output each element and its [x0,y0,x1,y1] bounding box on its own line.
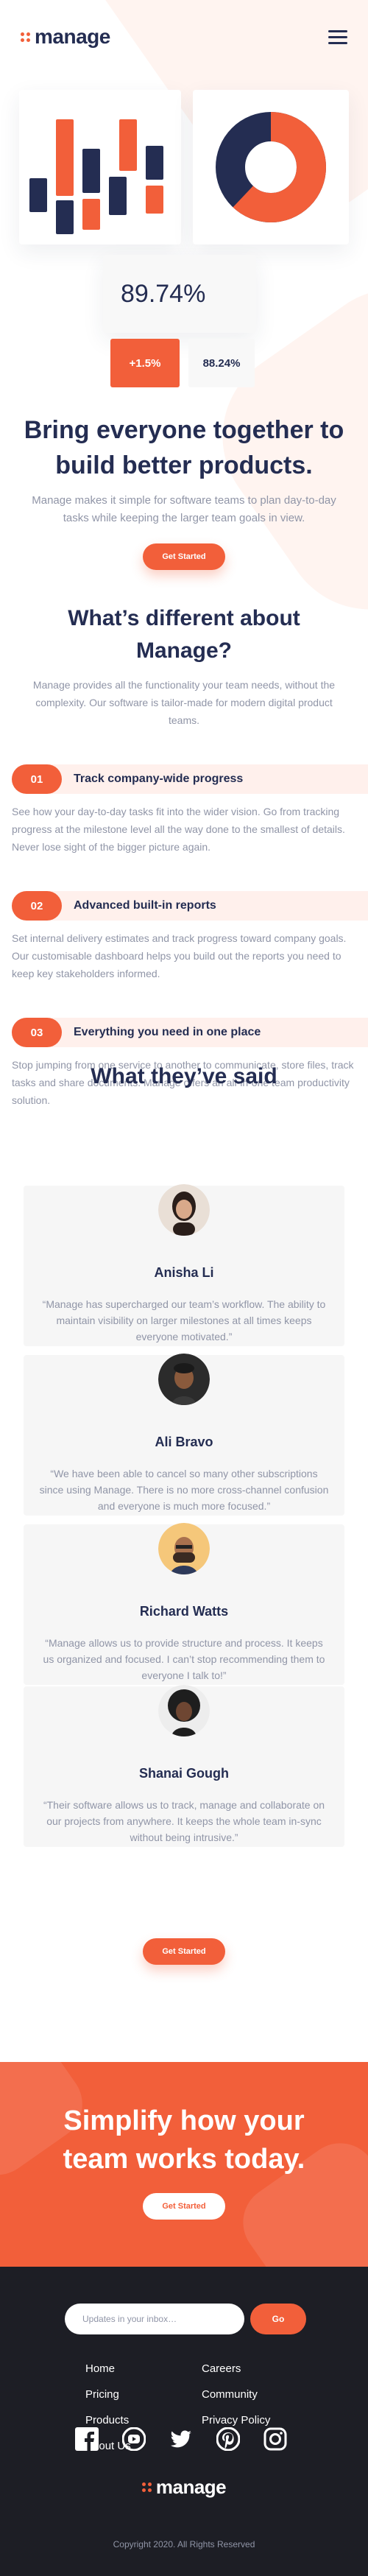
newsletter-input[interactable] [65,2304,244,2334]
footer-link-community[interactable]: Community [202,2388,305,2401]
site-header: manage [0,0,368,74]
footer-link-pricing[interactable]: Pricing [85,2388,202,2401]
feature-item: 03 Everything you need in one place Stop… [0,1018,368,1109]
bar-chart-card [19,90,181,244]
feature-title: Everything you need in one place [74,1026,261,1038]
testimonials-title: What they’ve said [91,1064,277,1088]
chart-bar [146,146,163,180]
features-intro: Manage provides all the functionality yo… [32,679,336,726]
feature-number: 01 [12,764,62,794]
twitter-icon[interactable] [169,2427,193,2451]
testimonial-name: Richard Watts [139,1604,229,1619]
donut-chart-card [193,90,349,244]
copyright-text: Copyright 2020. All Rights Reserved [113,2539,255,2549]
chart-bar [56,200,74,234]
testimonial-name: Ali Bravo [155,1435,213,1449]
testimonial-quote: “Manage allows us to provide structure a… [43,1637,325,1681]
chart-bar [119,119,137,171]
percent-card: 89.74% [103,255,256,333]
feature-title: Track company-wide progress [74,773,244,785]
footer-link-products[interactable]: Products [85,2414,202,2427]
footer-link-home[interactable]: Home [85,2362,202,2375]
footer-link-privacy-policy[interactable]: Privacy Policy [202,2414,305,2427]
feature-item: 02 Advanced built-in reports Set interna… [0,891,368,982]
logo-mark-icon [141,2482,152,2492]
feature-text: See how your day-to-day tasks fit into t… [12,806,345,853]
chart-bar [82,199,100,230]
feature-header: 01 Track company-wide progress [12,764,368,794]
facebook-icon[interactable] [75,2427,99,2451]
hero-text: Manage makes it simple for software team… [32,494,336,524]
feature-header: 02 Advanced built-in reports [12,891,368,921]
hero-title: Bring everyone together to build better … [24,416,344,479]
testimonial-name: Anisha Li [154,1265,214,1280]
avatar [158,1685,210,1736]
newsletter-form: Go [65,2304,306,2334]
newsletter-go-button[interactable]: Go [250,2304,306,2334]
testimonial-card: Anisha Li “Manage has supercharged our t… [24,1184,344,1346]
chart-bar [146,186,163,214]
footer-logo[interactable]: manage [0,2476,368,2499]
chart-bar [56,119,74,196]
site-footer: Go Home Careers Pricing Community Produc… [0,2267,368,2576]
logo-text: manage [35,25,110,48]
features-title: What’s different about Manage? [68,606,300,663]
cta-banner: Simplify how your team works today. Get … [0,2062,368,2267]
testimonial-quote: “Manage has supercharged our team’s work… [42,1298,326,1342]
avatar [158,1354,210,1405]
chart-bar [29,178,47,212]
feature-title: Advanced built-in reports [74,899,216,912]
testimonial-quote: “Their software allows us to track, mana… [43,1799,325,1843]
social-links [75,2427,287,2451]
testimonials-get-started-button[interactable]: Get Started [143,1938,225,1965]
testimonial-quote: “We have been able to cancel so many oth… [39,1468,329,1512]
avatar [158,1184,210,1236]
youtube-icon[interactable] [122,2427,146,2451]
feature-header: 03 Everything you need in one place [12,1018,368,1047]
testimonial-card: Ali Bravo “We have been able to cancel s… [24,1354,344,1516]
hero-get-started-button[interactable]: Get Started [143,543,225,570]
instagram-icon[interactable] [263,2427,287,2451]
avatar [158,1523,210,1574]
testimonial-card: Richard Watts “Manage allows us to provi… [24,1523,344,1685]
donut-chart [216,112,326,222]
chart-bar [82,149,100,193]
feature-number: 02 [12,891,62,921]
pinterest-icon[interactable] [216,2427,240,2451]
features-section: What’s different about Manage? Manage pr… [0,602,368,1109]
logo-mark-icon [21,32,30,42]
feature-text: Set internal delivery estimates and trac… [12,932,347,979]
cta-get-started-button[interactable]: Get Started [143,2193,225,2220]
testimonial-name: Shanai Gough [138,1766,229,1781]
hamburger-menu-icon[interactable] [328,29,347,44]
footer-logo-text: manage [155,2476,227,2498]
testimonial-card: Shanai Gough “Their software allows us t… [24,1685,344,1847]
footer-link-careers[interactable]: Careers [202,2362,305,2375]
cta-title: Simplify how your team works today. [63,2105,305,2175]
chart-bar [109,177,127,215]
feature-number: 03 [12,1018,62,1047]
feature-item: 01 Track company-wide progress See how y… [0,764,368,856]
logo[interactable]: manage [21,25,110,49]
